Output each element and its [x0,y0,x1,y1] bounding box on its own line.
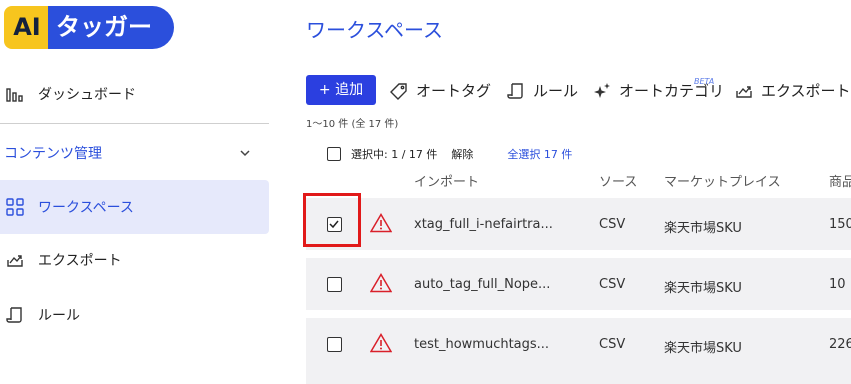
column-header-marketplace[interactable]: マーケットプレイス [664,171,781,190]
select-all-checkbox[interactable] [327,147,341,161]
row-source: CSV [599,337,626,352]
sidebar-item-export[interactable]: エクスポート [0,234,269,286]
column-header-product[interactable]: 商品 [829,171,851,190]
chevron-down-icon [240,146,250,160]
selected-count: 選択中: 1 / 17 件 [351,148,438,161]
highlight-box [303,193,361,247]
select-all-link[interactable]: 全選択 17 件 [507,146,572,162]
grid-icon [4,196,26,218]
auto-tag-label: オートタグ [416,82,492,100]
row-checkbox[interactable] [327,337,342,352]
sidebar-item-workspace[interactable]: ワークスペース [0,180,269,234]
row-import-name[interactable]: test_howmuchtags... [414,337,549,352]
rules-button[interactable]: ルール [507,80,578,101]
page-title: ワークスペース [306,18,443,42]
export-icon [736,85,752,98]
sidebar-item-dashboard[interactable]: ダッシュボード [0,68,269,120]
app-logo[interactable]: AI タッガー [4,6,174,49]
row-marketplace: 楽天市場SKU [664,221,742,236]
row-marketplace: 楽天市場SKU [664,281,742,296]
row-product-count: 10 [829,277,846,292]
rule-document-icon [4,304,26,326]
sidebar-item-rules[interactable]: ルール [0,289,269,341]
warning-icon [370,333,392,353]
row-source: CSV [599,217,626,232]
logo-name: タッガー [48,6,174,49]
export-icon [4,249,26,271]
column-header-source[interactable]: ソース [599,171,637,190]
export-button[interactable]: エクスポート [735,80,851,101]
row-marketplace: 楽天市場SKU [664,341,742,356]
sidebar-divider [0,123,269,124]
bar-chart-icon [4,83,26,105]
tag-icon [390,82,407,100]
sidebar-item-label: ダッシュボード [38,87,136,103]
rules-label: ルール [533,82,579,100]
selection-bar: 選択中: 1 / 17 件 解除 全選択 17 件 [327,146,572,162]
row-import-name[interactable]: auto_tag_full_Nope... [414,277,550,292]
add-button[interactable]: + 追加 [306,75,376,105]
rule-document-icon [507,82,523,99]
row-product-count: 226 [829,337,851,352]
sparkle-icon [594,82,610,98]
logo-ai: AI [4,6,50,49]
warning-icon [370,273,392,293]
sidebar-item-label: エクスポート [38,253,122,269]
row-product-count: 150 [829,217,851,232]
sidebar-item-label: ルール [38,308,80,324]
sidebar-item-label: ワークスペース [38,200,134,216]
row-checkbox[interactable] [327,277,342,292]
row-import-name[interactable]: xtag_full_i-nefairtra... [414,217,553,232]
sidebar-section-content[interactable]: コンテンツ管理 [4,143,250,163]
column-header-import[interactable]: インポート [414,171,479,190]
row-source: CSV [599,277,626,292]
auto-tag-button[interactable]: オートタグ [390,80,491,101]
warning-icon [370,213,392,233]
export-label: エクスポート [761,82,851,100]
beta-badge: BETA [694,77,715,86]
sidebar-section-label: コンテンツ管理 [4,146,102,162]
clear-selection-link[interactable]: 解除 [451,146,473,162]
result-count: 1〜10 件 (全 17 件) [306,119,399,130]
